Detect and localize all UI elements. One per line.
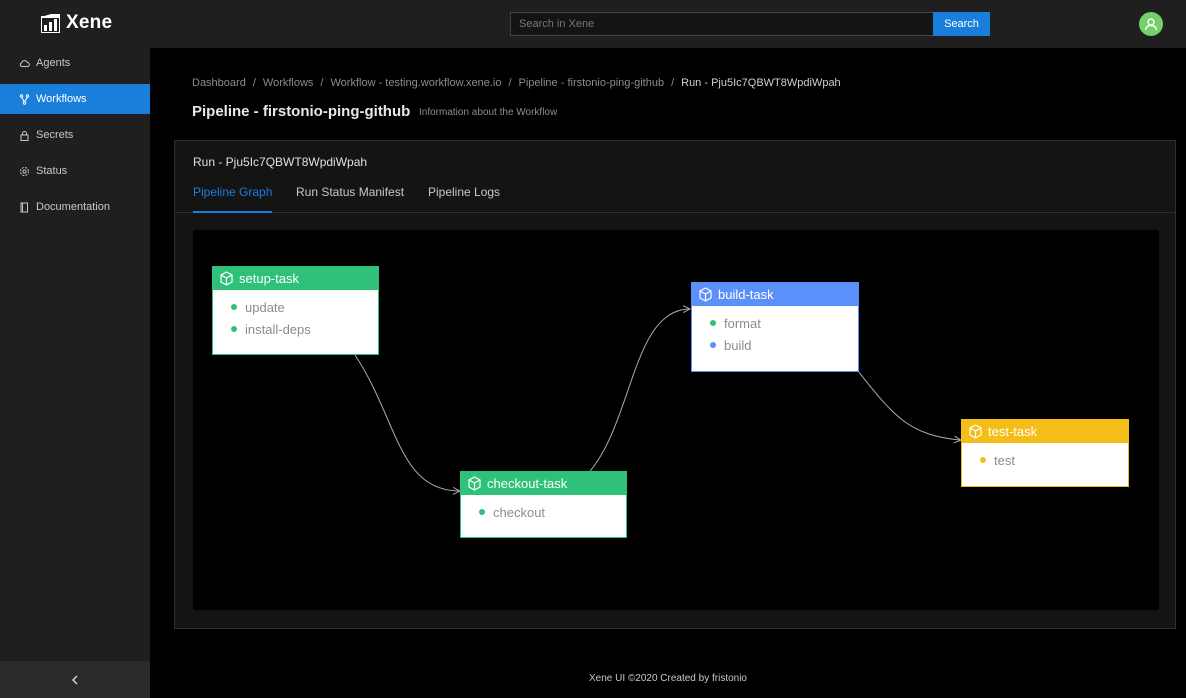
sidebar-item-label: Agents [36,57,71,69]
node-title: checkout-task [487,476,568,491]
node-header: checkout-task [461,472,626,495]
pipeline-graph[interactable]: setup-task update install-deps checkout-… [193,230,1159,610]
app-name: Xene [66,12,113,33]
node-header: build-task [692,283,858,306]
logo-icon [41,13,60,33]
user-icon [1144,18,1158,31]
lock-icon [19,130,30,141]
sidebar-item-agents[interactable]: Agents [0,48,150,78]
cube-icon [969,424,982,439]
node-build-task[interactable]: build-task format build [691,282,859,372]
node-header: setup-task [213,267,378,290]
step-label: test [994,452,1015,468]
sidebar: Agents Workflows Secrets Status Document… [0,48,150,698]
status-dot [479,509,485,515]
step-item: install-deps [231,318,378,340]
node-setup-task[interactable]: setup-task update install-deps [212,266,379,355]
breadcrumb-dashboard[interactable]: Dashboard [192,77,246,89]
cube-icon [468,476,481,491]
sidebar-item-label: Workflows [36,93,87,105]
step-label: checkout [493,504,546,520]
step-label: build [724,337,752,353]
breadcrumb-separator: / [320,77,324,89]
branch-icon [19,93,30,105]
page-title: Pipeline - firstonio-ping-github [192,103,411,120]
breadcrumb-separator: / [252,77,256,89]
breadcrumb-run: Run - Pju5Ic7QBWT8WpdiWpah [681,77,841,89]
footer: Xene UI ©2020 Created by fristonio [588,673,747,684]
status-dot [980,457,986,463]
edge-checkout-to-build [589,309,689,472]
status-dot [710,342,716,348]
step-item: update [231,296,378,318]
search-input[interactable] [510,12,933,36]
edge-setup-to-checkout [354,354,459,491]
gear-icon [19,166,30,177]
sidebar-item-label: Secrets [36,129,74,141]
sidebar-item-secrets[interactable]: Secrets [0,120,150,150]
cloud-icon [19,58,30,69]
tab-pipeline-graph[interactable]: Pipeline Graph [193,185,273,213]
sidebar-item-label: Status [36,165,68,177]
step-label: format [724,315,761,331]
chevron-left-icon [72,675,78,684]
status-dot [231,326,237,332]
breadcrumb-separator: / [671,77,675,89]
sidebar-item-label: Documentation [36,201,110,213]
sidebar-item-documentation[interactable]: Documentation [0,192,150,222]
tab-run-status-manifest[interactable]: Run Status Manifest [296,185,404,213]
book-icon [19,202,30,213]
top-header: Xene Search [0,0,1186,48]
sidebar-collapse-button[interactable] [0,661,150,698]
node-checkout-task[interactable]: checkout-task checkout [460,471,627,538]
sidebar-item-status[interactable]: Status [0,156,150,186]
node-test-task[interactable]: test-task test [961,419,1129,487]
step-item: format [710,312,858,334]
step-label: install-deps [245,321,311,337]
breadcrumb-workflow[interactable]: Workflow - testing.workflow.xene.io [330,77,501,89]
node-header: test-task [962,420,1128,443]
app-logo[interactable]: Xene [41,12,112,34]
sidebar-item-workflows[interactable]: Workflows [0,84,150,114]
run-title: Run - Pju5Ic7QBWT8WpdiWpah [193,155,368,169]
node-title: build-task [718,287,774,302]
page-subtitle: Information about the Workflow [419,107,558,118]
breadcrumb-separator: / [508,77,512,89]
cube-icon [699,287,712,302]
breadcrumb-pipeline[interactable]: Pipeline - firstonio-ping-github [519,77,665,89]
tab-bar: Pipeline Graph Run Status Manifest Pipel… [175,181,1175,213]
step-label: update [245,299,285,315]
step-item: checkout [479,501,626,523]
step-item: build [710,334,858,356]
step-item: test [980,449,1128,471]
node-title: test-task [988,424,1038,439]
user-avatar[interactable] [1139,12,1163,36]
edge-build-to-test [857,370,960,440]
cube-icon [220,271,233,286]
status-dot [231,304,237,310]
breadcrumb-workflows[interactable]: Workflows [263,77,314,89]
search-button[interactable]: Search [933,12,990,36]
node-title: setup-task [239,271,299,286]
breadcrumb: Dashboard / Workflows / Workflow - testi… [192,77,841,89]
tab-pipeline-logs[interactable]: Pipeline Logs [428,185,500,213]
status-dot [710,320,716,326]
run-card: Run - Pju5Ic7QBWT8WpdiWpah Pipeline Grap… [174,140,1176,629]
